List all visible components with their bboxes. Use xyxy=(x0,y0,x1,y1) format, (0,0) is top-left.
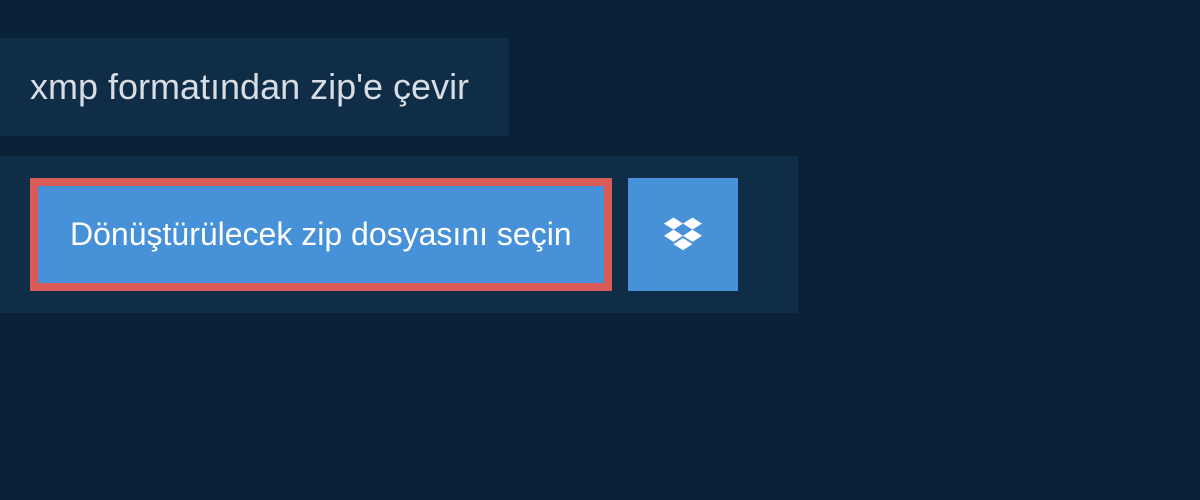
tab-header[interactable]: xmp formatından zip'e çevir xyxy=(0,38,509,136)
dropbox-button[interactable] xyxy=(628,178,738,291)
select-file-button[interactable]: Dönüştürülecek zip dosyasını seçin xyxy=(30,178,612,291)
dropbox-icon xyxy=(664,217,702,253)
button-row: Dönüştürülecek zip dosyasını seçin xyxy=(30,178,768,291)
upload-panel: Dönüştürülecek zip dosyasını seçin xyxy=(0,156,798,313)
